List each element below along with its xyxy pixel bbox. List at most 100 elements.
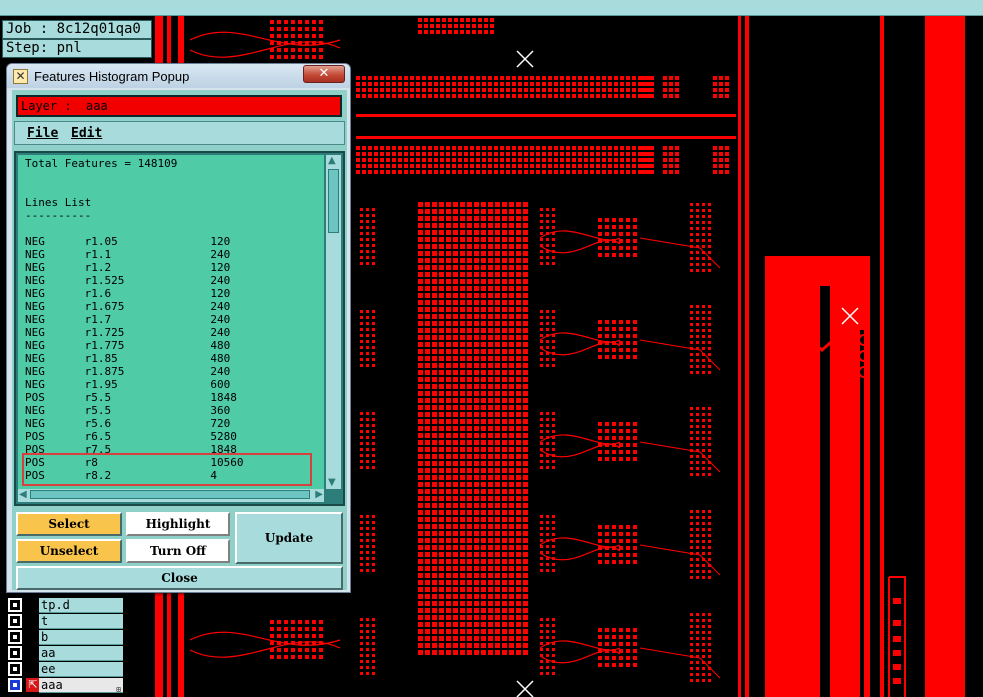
vertical-scroll-thumb[interactable] (328, 169, 339, 233)
pad (453, 426, 458, 431)
pad (893, 664, 901, 670)
pad (690, 467, 693, 470)
menu-file[interactable]: File (27, 126, 58, 141)
pad (495, 230, 500, 235)
layer-name[interactable]: aa (39, 645, 123, 661)
scroll-right-icon[interactable]: ▶ (315, 490, 323, 500)
histogram-list[interactable]: Total Features = 148109 Lines List -----… (18, 155, 324, 489)
pad (428, 170, 432, 174)
ic-pad (270, 655, 274, 659)
select-button[interactable]: Select (16, 512, 122, 536)
layer-checkbox[interactable] (8, 630, 22, 644)
layer-row-aa[interactable]: aa (5, 645, 123, 661)
pad (640, 170, 644, 174)
close-button[interactable]: Close (16, 566, 343, 590)
pad (481, 230, 486, 235)
ic-pad (633, 635, 637, 639)
ic-pad (626, 656, 630, 660)
pad (418, 454, 423, 459)
pad (442, 18, 446, 22)
layer-name[interactable]: aaa ⊞ (39, 677, 123, 694)
horizontal-scroll-thumb[interactable] (30, 490, 310, 499)
pad (725, 88, 729, 92)
pad (460, 412, 465, 417)
layer-row-ee[interactable]: ee (5, 661, 123, 677)
pad (418, 482, 423, 487)
menu-edit[interactable]: Edit (71, 126, 102, 141)
layer-row-b[interactable]: b (5, 629, 123, 645)
pad (675, 88, 679, 92)
scroll-left-icon[interactable]: ◀ (19, 490, 27, 500)
pad (560, 94, 564, 98)
pad (460, 405, 465, 410)
pad (488, 158, 492, 162)
pad (356, 82, 360, 86)
layer-row-aaa[interactable]: ⇱ aaa ⊞ (5, 677, 123, 694)
layer-row-t[interactable]: t (5, 613, 123, 629)
pad (516, 433, 521, 438)
pad (439, 349, 444, 354)
pad (708, 353, 711, 356)
pad (460, 531, 465, 536)
pad (366, 624, 369, 627)
pad (425, 272, 430, 277)
pad (432, 447, 437, 452)
layer-checkbox[interactable] (8, 614, 22, 628)
expand-icon[interactable]: ⊞ (116, 682, 121, 697)
turn-off-button[interactable]: Turn Off (126, 539, 230, 563)
pad (481, 335, 486, 340)
copper-plane (765, 256, 820, 697)
pad (474, 342, 479, 347)
layer-checkbox[interactable] (8, 598, 22, 612)
ic-pad (612, 539, 616, 543)
vertical-scrollbar[interactable]: ▲ ▼ (326, 155, 341, 489)
pad (425, 349, 430, 354)
pad (432, 587, 437, 592)
pad (422, 94, 426, 98)
pad (596, 164, 600, 168)
layer-row-tp-d[interactable]: tp.d (5, 597, 123, 613)
horizontal-scrollbar[interactable]: ◀ ▶ (18, 489, 324, 502)
pad (516, 398, 521, 403)
layer-checkbox[interactable] (8, 646, 22, 660)
pad (360, 557, 363, 560)
pad (484, 30, 488, 34)
layer-name[interactable]: tp.d (39, 597, 123, 613)
ic-pad (626, 663, 630, 667)
window-close-button[interactable]: ✕ (303, 65, 345, 83)
pad (696, 437, 699, 440)
layer-name[interactable]: b (39, 629, 123, 645)
pad (506, 170, 510, 174)
pad (453, 559, 458, 564)
update-button[interactable]: Update (235, 512, 343, 564)
layer-checkbox-active[interactable] (8, 678, 22, 692)
pad (432, 335, 437, 340)
highlight-button[interactable]: Highlight (126, 512, 230, 536)
ic-pad (626, 225, 630, 229)
pad (546, 364, 549, 367)
pad (488, 349, 493, 354)
pad (481, 398, 486, 403)
scroll-down-icon[interactable]: ▼ (328, 478, 336, 488)
pad (530, 88, 534, 92)
scroll-up-icon[interactable]: ▲ (328, 156, 336, 166)
pad (488, 580, 493, 585)
pad (425, 398, 430, 403)
ic-pad (633, 450, 637, 454)
layer-name[interactable]: ee (39, 661, 123, 677)
pad (578, 152, 582, 156)
pad (708, 576, 711, 579)
unselect-button[interactable]: Unselect (16, 539, 122, 563)
pad (453, 636, 458, 641)
layer-checkbox[interactable] (8, 662, 22, 676)
pad (552, 412, 555, 415)
ic-pad (626, 546, 630, 550)
ic-pad (284, 634, 288, 638)
pad (488, 377, 493, 382)
layer-name[interactable]: t (39, 613, 123, 629)
pad (374, 158, 378, 162)
dialog-titlebar[interactable]: ✕ Features Histogram Popup ✕ (7, 64, 350, 88)
pad (488, 170, 492, 174)
pad (439, 580, 444, 585)
pad (495, 398, 500, 403)
